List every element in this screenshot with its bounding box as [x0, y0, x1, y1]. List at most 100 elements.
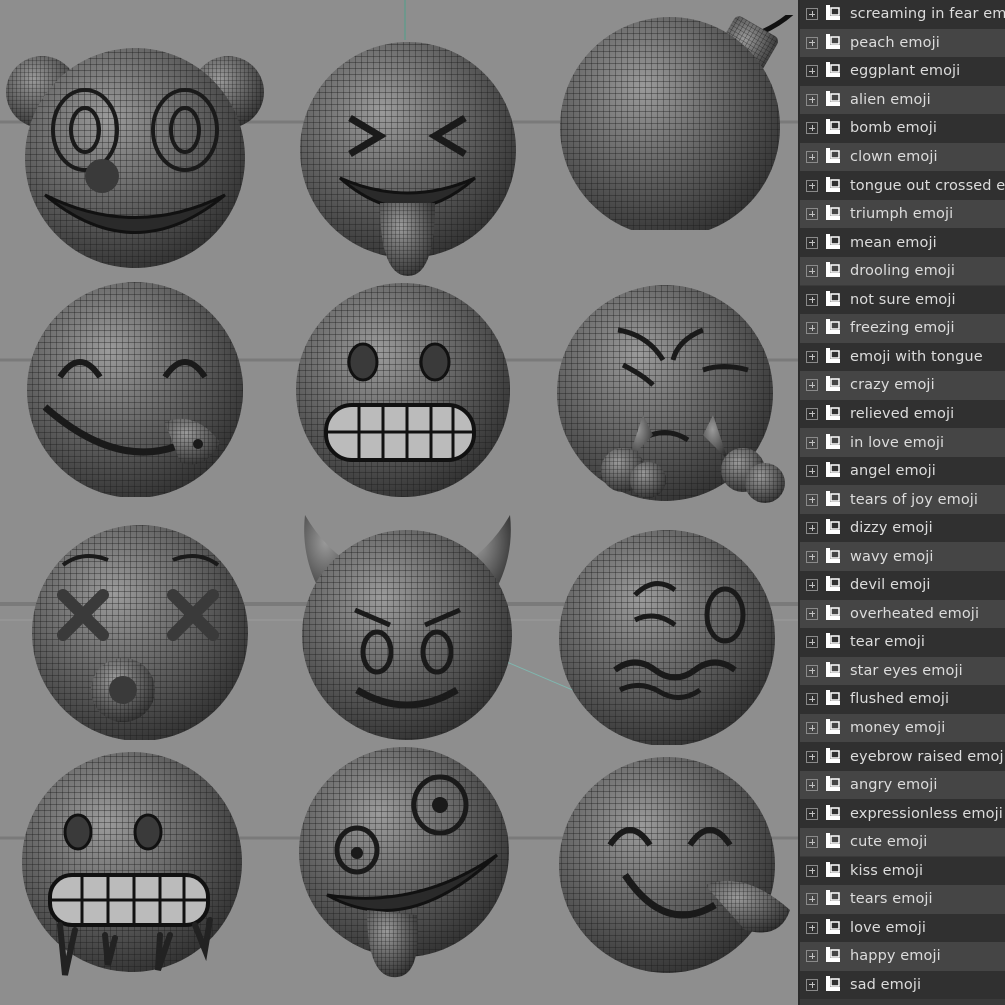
outliner-item[interactable]: peach emoji [800, 28, 1005, 58]
freezing-emoji-model[interactable] [20, 750, 250, 980]
expand-plus-icon[interactable] [806, 693, 818, 706]
outliner-item[interactable]: star eyes emoji [800, 656, 1005, 686]
expand-plus-icon[interactable] [806, 807, 818, 820]
outliner-item[interactable]: mean emoji [800, 228, 1005, 257]
expand-plus-icon[interactable] [806, 836, 818, 849]
expand-plus-icon[interactable] [806, 293, 818, 306]
expand-plus-icon[interactable] [806, 664, 818, 677]
outliner-item[interactable]: money emoji [800, 713, 1005, 743]
outliner-item[interactable]: clown emoji [800, 142, 1005, 172]
mesh-node-icon [822, 33, 842, 53]
outliner-item[interactable]: eyebrow raised emoji [800, 742, 1005, 771]
outliner-item[interactable]: crazy emoji [800, 371, 1005, 400]
mesh-node-icon [822, 404, 842, 424]
expand-plus-icon[interactable] [806, 36, 818, 49]
expand-plus-icon[interactable] [806, 236, 818, 249]
expand-plus-icon[interactable] [806, 407, 818, 420]
expand-plus-icon[interactable] [806, 122, 818, 135]
mesh-node-icon [822, 118, 842, 138]
outliner-item[interactable]: love emoji [800, 913, 1005, 943]
outliner-item[interactable]: alien emoji [800, 85, 1005, 115]
outliner-item[interactable]: happy emoji [800, 942, 1005, 971]
expand-plus-icon[interactable] [806, 864, 818, 877]
devil-emoji-model[interactable] [285, 510, 530, 745]
outliner-item[interactable]: kiss emoji [800, 856, 1005, 886]
expand-plus-icon[interactable] [806, 921, 818, 934]
dizzy-emoji-model[interactable] [28, 525, 253, 740]
outliner-item[interactable]: screaming in fear emoji [800, 0, 1005, 29]
mesh-node-icon [822, 775, 842, 795]
outliner-item[interactable]: angry emoji [800, 770, 1005, 800]
outliner-item[interactable]: emoji with tongue [800, 342, 1005, 372]
mesh-node-icon [822, 575, 842, 595]
expand-plus-icon[interactable] [806, 607, 818, 620]
outliner-item[interactable]: triumph emoji [800, 199, 1005, 229]
triumph-emoji-model[interactable] [553, 285, 798, 515]
outliner-item[interactable]: cute emoji [800, 827, 1005, 857]
outliner-item-label: in love emoji [850, 434, 945, 451]
grimace-emoji-model[interactable] [293, 280, 513, 500]
expand-plus-icon[interactable] [806, 950, 818, 963]
expand-plus-icon[interactable] [806, 93, 818, 106]
outliner-item[interactable]: dizzy emoji [800, 513, 1005, 543]
expand-plus-icon[interactable] [806, 322, 818, 335]
clown-emoji-model[interactable] [0, 40, 270, 280]
outliner-item[interactable]: tears of joy emoji [800, 485, 1005, 514]
expand-plus-icon[interactable] [806, 265, 818, 278]
outliner-item[interactable]: tongue out crossed eyes emoji [800, 171, 1005, 200]
expand-plus-icon[interactable] [806, 436, 818, 449]
drooling-emoji-model[interactable] [20, 282, 250, 497]
expand-plus-icon[interactable] [806, 550, 818, 563]
outliner-item[interactable]: bomb emoji [800, 114, 1005, 143]
outliner-item[interactable]: angel emoji [800, 456, 1005, 486]
mesh-node-icon [822, 632, 842, 652]
mesh-node-icon [822, 918, 842, 938]
outliner-item[interactable]: overheated emoji [800, 599, 1005, 629]
outliner-item-label: overheated emoji [850, 605, 980, 622]
outliner-item[interactable]: expressionless emoji [800, 799, 1005, 828]
mesh-node-icon [822, 204, 842, 224]
mesh-node-icon [822, 889, 842, 909]
tongue-side-emoji-model[interactable] [555, 755, 795, 980]
outliner-item[interactable]: tears emoji [800, 885, 1005, 914]
outliner-item[interactable]: freezing emoji [800, 314, 1005, 343]
expand-plus-icon[interactable] [806, 579, 818, 592]
outliner-item[interactable]: devil emoji [800, 571, 1005, 600]
expand-plus-icon[interactable] [806, 465, 818, 478]
expand-plus-icon[interactable] [806, 750, 818, 763]
tongue-out-crossed-eyes-emoji-model[interactable] [295, 38, 525, 278]
outliner-item[interactable]: sad emoji [800, 970, 1005, 1000]
mesh-node-icon [822, 518, 842, 538]
outliner-item[interactable]: not sure emoji [800, 285, 1005, 315]
expand-plus-icon[interactable] [806, 722, 818, 735]
outliner-panel[interactable]: screaming in fear emoji peach emoji eggpla… [798, 0, 1005, 1005]
expand-plus-icon[interactable] [806, 522, 818, 535]
3d-viewport[interactable] [0, 0, 798, 1005]
expand-plus-icon[interactable] [806, 893, 818, 906]
outliner-item-label: devil emoji [850, 577, 931, 594]
outliner-item[interactable]: drooling emoji [800, 256, 1005, 286]
expand-plus-icon[interactable] [806, 636, 818, 649]
mesh-node-icon [822, 689, 842, 709]
outliner-item[interactable]: in love emoji [800, 428, 1005, 457]
expand-plus-icon[interactable] [806, 779, 818, 792]
expand-plus-icon[interactable] [806, 493, 818, 506]
expand-plus-icon[interactable] [806, 379, 818, 392]
outliner-item[interactable]: flushed emoji [800, 685, 1005, 714]
outliner-item-label: not sure emoji [850, 291, 956, 308]
wavy-emoji-model[interactable] [555, 530, 780, 745]
outliner-item-label: drooling emoji [850, 263, 956, 280]
expand-plus-icon[interactable] [806, 151, 818, 164]
outliner-item[interactable]: tear emoji [800, 628, 1005, 657]
expand-plus-icon[interactable] [806, 65, 818, 78]
expand-plus-icon[interactable] [806, 179, 818, 192]
outliner-item[interactable]: eggplant emoji [800, 57, 1005, 86]
crazy-emoji-model[interactable] [297, 745, 512, 985]
outliner-item[interactable]: wavy emoji [800, 542, 1005, 571]
outliner-item[interactable]: relieved emoji [800, 399, 1005, 429]
expand-plus-icon[interactable] [806, 208, 818, 221]
expand-plus-icon[interactable] [806, 8, 818, 21]
expand-plus-icon[interactable] [806, 978, 818, 991]
expand-plus-icon[interactable] [806, 350, 818, 363]
bomb-emoji-model[interactable] [555, 15, 798, 230]
